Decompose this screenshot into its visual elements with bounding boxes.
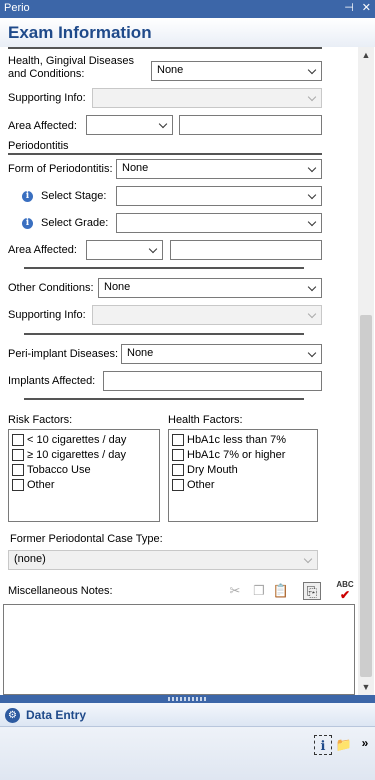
periodontitis-section-label: Periodontitis [8, 140, 69, 152]
risk-factor-item[interactable]: Other [12, 477, 156, 492]
splitter-grip[interactable] [168, 697, 206, 701]
divider [24, 267, 304, 269]
checkbox[interactable] [172, 478, 184, 491]
grade-info-icon[interactable]: i [22, 218, 33, 229]
supporting-info-label: Supporting Info: [8, 309, 86, 321]
scroll-thumb[interactable] [360, 315, 372, 677]
health-factor-item[interactable]: HbA1c less than 7% [172, 432, 314, 447]
health-factor-item[interactable]: Other [172, 477, 314, 492]
risk-factor-item[interactable]: < 10 cigarettes / day [12, 432, 156, 447]
scroll-down-icon[interactable]: ▼ [358, 679, 374, 695]
health-factor-item[interactable]: HbA1c 7% or higher [172, 447, 314, 462]
close-icon[interactable]: ✕ [362, 1, 371, 14]
panel-splitter[interactable] [0, 695, 375, 703]
scroll-up-icon[interactable]: ▲ [358, 47, 374, 63]
spell-check-icon[interactable]: ABC ✔ [334, 580, 356, 601]
divider [24, 333, 304, 335]
insert-text-icon[interactable]: ⎘ [303, 582, 321, 600]
area-affected-label: Area Affected: [8, 244, 77, 256]
area-affected-label: Area Affected: [8, 120, 77, 132]
window-titlebar: Perio ⊣ ✕ [0, 0, 375, 18]
implants-affected-input[interactable] [103, 371, 322, 391]
divider [8, 153, 322, 155]
former-case-type-select[interactable]: (none) [8, 550, 318, 570]
risk-factors-list: < 10 cigarettes / day ≥ 10 cigarettes / … [8, 429, 160, 522]
other-conditions-label: Other Conditions: [8, 282, 94, 294]
area-affected-select[interactable] [86, 115, 173, 135]
window-title: Perio [4, 2, 30, 14]
area-affected-input[interactable] [170, 240, 322, 260]
health-factors-label: Health Factors: [168, 414, 243, 426]
checkbox[interactable] [12, 433, 24, 446]
checkbox[interactable] [172, 463, 184, 476]
health-factors-list: HbA1c less than 7% HbA1c 7% or higher Dr… [168, 429, 318, 522]
bottom-toolbar: ℹ 📁 » [0, 727, 375, 780]
checkbox[interactable] [12, 448, 24, 461]
implants-affected-label: Implants Affected: [8, 375, 96, 387]
copy-icon[interactable]: ❐ [250, 582, 268, 600]
supporting-info-select[interactable] [92, 88, 322, 108]
risk-factor-item[interactable]: Tobacco Use [12, 462, 156, 477]
data-entry-label: Data Entry [26, 708, 87, 722]
area-affected-input[interactable] [179, 115, 322, 135]
supporting-info-label: Supporting Info: [8, 92, 86, 104]
risk-factors-label: Risk Factors: [8, 414, 73, 426]
folder-icon[interactable]: 📁 [335, 735, 353, 755]
health-gingival-label: Health, Gingival Diseases and Conditions… [8, 55, 134, 80]
data-entry-icon: ⚙ [5, 708, 20, 723]
former-case-type-label: Former Periodontal Case Type: [10, 533, 163, 545]
checkbox[interactable] [172, 433, 184, 446]
form-of-periodontitis-select[interactable]: None [116, 159, 322, 179]
peri-implant-label: Peri-implant Diseases: [8, 348, 119, 360]
divider [8, 47, 322, 49]
misc-notes-textarea[interactable] [3, 604, 355, 695]
page-header: Exam Information [0, 18, 375, 47]
health-factor-item[interactable]: Dry Mouth [172, 462, 314, 477]
exam-form: Health, Gingival Diseases and Conditions… [0, 47, 358, 695]
area-affected-select[interactable] [86, 240, 163, 260]
help-icon[interactable]: ℹ [314, 735, 332, 755]
form-of-periodontitis-label: Form of Periodontitis: [8, 163, 113, 175]
checkbox[interactable] [12, 478, 24, 491]
pin-icon[interactable]: ⊣ [344, 1, 354, 14]
overflow-chevron-icon[interactable]: » [356, 733, 374, 753]
checkbox[interactable] [12, 463, 24, 476]
vertical-scrollbar[interactable]: ▲ ▼ [358, 47, 374, 695]
supporting-info-select[interactable] [92, 305, 322, 325]
cut-icon[interactable]: ✂ [226, 582, 244, 600]
page-title: Exam Information [8, 23, 152, 42]
stage-info-icon[interactable]: i [22, 191, 33, 202]
divider [24, 398, 304, 400]
select-stage-label: Select Stage: [41, 190, 107, 202]
paste-icon[interactable]: 📋 [272, 582, 290, 600]
data-entry-pane-header[interactable]: ⚙ Data Entry [0, 703, 375, 727]
risk-factor-item[interactable]: ≥ 10 cigarettes / day [12, 447, 156, 462]
select-grade-select[interactable] [116, 213, 322, 233]
peri-implant-select[interactable]: None [121, 344, 322, 364]
misc-notes-label: Miscellaneous Notes: [8, 585, 113, 597]
other-conditions-select[interactable]: None [98, 278, 322, 298]
select-stage-select[interactable] [116, 186, 322, 206]
health-gingival-select[interactable]: None [151, 61, 322, 81]
checkbox[interactable] [172, 448, 184, 461]
select-grade-label: Select Grade: [41, 217, 109, 229]
